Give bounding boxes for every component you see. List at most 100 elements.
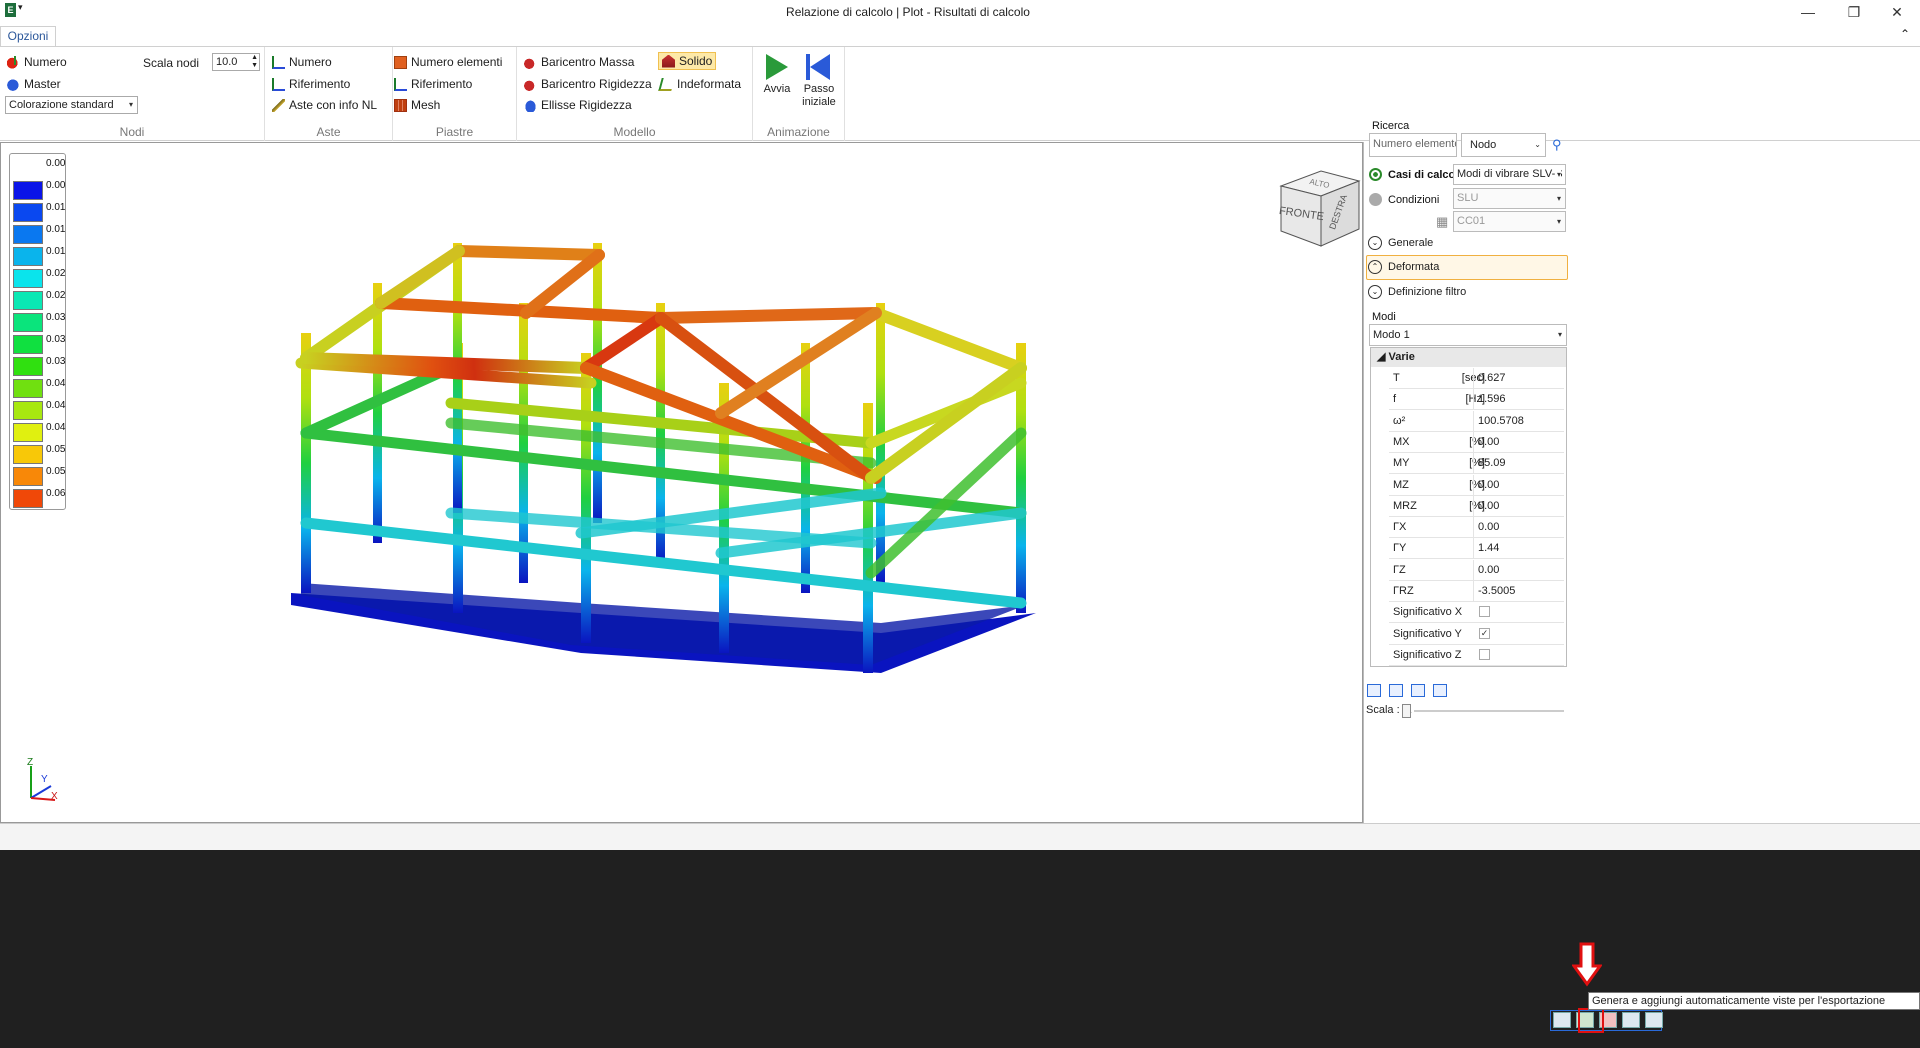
document-icon[interactable] xyxy=(1645,1012,1663,1028)
chevron-down-icon: ▾ xyxy=(1554,165,1561,184)
view-cube[interactable]: ALTO FRONTE DESTRA xyxy=(1271,151,1371,251)
add-view-icon[interactable] xyxy=(1553,1012,1571,1028)
modi-dropdown[interactable]: Modo 1 ▾ xyxy=(1369,324,1567,346)
condizioni-radio[interactable] xyxy=(1369,193,1382,206)
legend-swatch xyxy=(13,247,43,266)
filtro-expander[interactable]: ⌄ Definizione filtro xyxy=(1368,282,1466,302)
group-label-nodi: Nodi xyxy=(119,125,145,139)
legend-row: 0.04 xyxy=(10,420,67,442)
generale-expander[interactable]: ⌄ Generale xyxy=(1368,233,1433,253)
condizioni-dropdown[interactable]: SLU ▾ xyxy=(1453,188,1566,209)
export-image-icon[interactable] xyxy=(1389,684,1403,697)
piastre-riferimento-button[interactable]: Riferimento xyxy=(394,75,472,93)
axis-x-label: X xyxy=(51,791,58,802)
tab-opzioni[interactable]: Opzioni xyxy=(0,26,56,47)
nodi-master-button[interactable]: Master xyxy=(7,75,61,93)
ricerca-label: Ricerca xyxy=(1372,120,1410,132)
grid-check-row: Significativo X xyxy=(1389,602,1564,624)
3d-viewport[interactable]: 0.00 0.00 0.01 0.01 0.01 0.02 0.02 0.03 0.03 0.03… xyxy=(0,142,1363,823)
grid-icon[interactable]: ▦ xyxy=(1436,214,1448,230)
grid-row-name: ω² xyxy=(1393,414,1406,427)
grid-row-value: 1.596 xyxy=(1473,389,1564,410)
avvia-button[interactable]: Avvia xyxy=(757,52,797,96)
search-input[interactable]: Numero elemento xyxy=(1369,133,1457,157)
scala-slider[interactable] xyxy=(1414,703,1564,719)
mass-center-icon xyxy=(524,55,537,69)
node-number-icon xyxy=(7,55,20,69)
aste-numero-button[interactable]: Numero xyxy=(272,53,332,71)
stepper-arrows-icon[interactable]: ▲ ▼ xyxy=(251,54,258,70)
legend-swatch xyxy=(13,357,43,376)
checkbox[interactable] xyxy=(1479,648,1490,660)
indeformata-toggle[interactable]: Indeformata xyxy=(658,75,741,93)
cc-dropdown[interactable]: CC01 ▾ xyxy=(1453,211,1566,232)
grid-row-value: 0.00 xyxy=(1473,495,1564,516)
grid-row-value: 0.00 xyxy=(1473,474,1564,495)
axis-triad: Z Y X xyxy=(27,758,58,802)
scala-slider-thumb[interactable] xyxy=(1402,704,1411,718)
grid-row-name: ΓRZ xyxy=(1393,585,1414,597)
casi-radio[interactable] xyxy=(1369,168,1382,181)
solido-toggle[interactable]: Solido xyxy=(658,52,717,70)
grid-view-icon[interactable] xyxy=(1622,1012,1640,1028)
tooltip: Genera e aggiungi automaticamente viste … xyxy=(1588,992,1920,1010)
checkbox[interactable] xyxy=(1479,606,1490,618)
group-label-animazione: Animazione xyxy=(767,125,830,139)
legend-swatch xyxy=(13,445,43,464)
minimize-button[interactable]: — xyxy=(1785,2,1831,22)
search-type-dropdown[interactable]: Nodo ⌄ xyxy=(1461,133,1546,157)
group-label-piastre: Piastre xyxy=(435,125,474,139)
scala-label: Scala : xyxy=(1366,704,1400,716)
legend-row: 0.00 xyxy=(10,156,67,178)
grid-row-value: -3.5005 xyxy=(1473,581,1564,601)
group-label-modello: Modello xyxy=(613,125,656,139)
legend-row: 0.01 xyxy=(10,244,67,266)
beam-number-icon xyxy=(272,55,285,69)
chevron-up-icon: ⌃ xyxy=(1368,260,1382,274)
grid-row-name: MY xyxy=(1393,457,1410,470)
grid-row: ΓX 0.00 xyxy=(1389,517,1564,539)
passo-iniziale-button[interactable]: Passo iniziale xyxy=(799,52,839,109)
nodi-numero-button[interactable]: Numero xyxy=(7,53,67,71)
grid-row-name: ΓY xyxy=(1393,542,1407,555)
mesh-icon xyxy=(394,98,407,112)
grid-row: ω² 100.5708 xyxy=(1389,410,1564,432)
aste-info-nl-button[interactable]: Aste con info NL xyxy=(272,96,377,114)
scala-nodi-stepper[interactable]: 10.0 ▲ ▼ xyxy=(212,53,260,71)
maximize-button[interactable]: ❐ xyxy=(1831,2,1877,22)
group-modello: Baricentro Massa Baricentro Rigidezza El… xyxy=(517,47,753,141)
collapse-ribbon-icon[interactable]: ⌃ xyxy=(1900,27,1910,41)
window-title: Relazione di calcolo | Plot - Risultati … xyxy=(786,5,1030,19)
legend-row: 0.05 xyxy=(10,464,67,486)
grid-check-name: Significativo Y xyxy=(1393,627,1462,640)
deformata-header[interactable]: ⌃ Deformata xyxy=(1368,257,1439,277)
piastre-mesh-button[interactable]: Mesh xyxy=(394,96,440,114)
export-table-icon[interactable] xyxy=(1367,684,1381,697)
legend-value: 0.05 xyxy=(46,444,66,455)
casi-dropdown[interactable]: Modi di vibrare SLV-S ▾ xyxy=(1453,164,1566,185)
legend-swatch xyxy=(13,379,43,398)
filter-icon[interactable] xyxy=(1433,684,1447,697)
close-button[interactable]: ✕ xyxy=(1874,2,1920,22)
search-icon[interactable]: ⚲ xyxy=(1552,137,1562,153)
condizioni-label: Condizioni xyxy=(1388,194,1440,206)
grid-row-value: 0.00 xyxy=(1473,559,1564,580)
panel-toolbar xyxy=(1367,684,1447,697)
export-doc-icon[interactable] xyxy=(1411,684,1425,697)
group-aste: Numero Riferimento Aste con info NL Aste xyxy=(265,47,393,141)
grid-category[interactable]: ◢ Varie xyxy=(1371,348,1566,367)
checkbox[interactable]: ✓ xyxy=(1479,627,1490,639)
baricentro-rigidezza-button[interactable]: Baricentro Rigidezza xyxy=(524,75,652,93)
stiffness-center-icon xyxy=(524,77,537,91)
chevron-down-icon: ⌄ xyxy=(1368,285,1382,299)
baricentro-massa-button[interactable]: Baricentro Massa xyxy=(524,53,634,71)
group-label-aste: Aste xyxy=(316,125,341,139)
legend-value: 0.02 xyxy=(46,290,66,301)
coloring-dropdown[interactable]: Colorazione standard ▾ xyxy=(5,96,138,114)
aste-riferimento-button[interactable]: Riferimento xyxy=(272,75,350,93)
ellisse-rigidezza-button[interactable]: Ellisse Rigidezza xyxy=(524,96,632,114)
chevron-down-icon: ⌄ xyxy=(1534,140,1541,149)
view-tools xyxy=(1553,1012,1663,1028)
piastre-numero-elementi-button[interactable]: Numero elementi xyxy=(394,53,502,71)
modi-label: Modi xyxy=(1372,311,1396,323)
